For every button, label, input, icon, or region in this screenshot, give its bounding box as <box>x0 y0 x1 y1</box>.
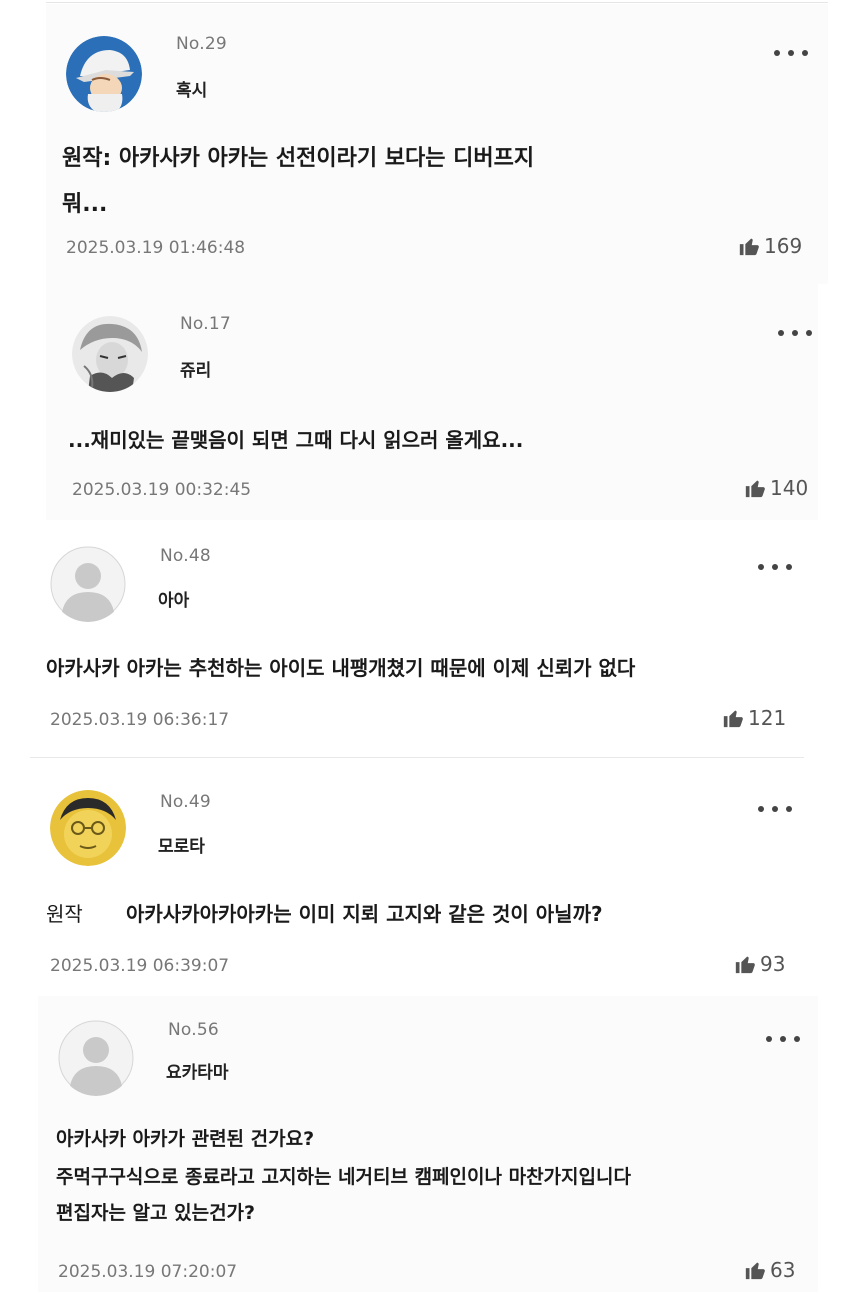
baseball-cap-avatar-icon <box>66 36 142 112</box>
comment-text-line: 아카사카 아카는 추천하는 아이도 내팽개쳤기 때문에 이제 신뢰가 없다 <box>46 656 636 680</box>
comment-date: 2025.03.19 06:36:17 <box>50 710 230 730</box>
comment-text-line: 뭐... <box>62 192 108 217</box>
comment-nickname[interactable]: 혹시 <box>176 76 207 101</box>
comment-date: 2025.03.19 00:32:45 <box>72 480 252 500</box>
avatar[interactable] <box>58 1020 134 1096</box>
more-options-icon[interactable] <box>778 326 812 340</box>
more-options-icon[interactable] <box>766 1032 800 1046</box>
top-divider <box>46 2 828 3</box>
comment-number: No.49 <box>160 792 211 812</box>
like-count: 63 <box>770 1258 796 1282</box>
thumbs-up-icon <box>738 235 760 257</box>
comment-text-line: 원작: 아카사카 아카는 선전이라기 보다는 디버프지 <box>62 146 535 171</box>
like-button[interactable]: 93 <box>734 952 785 976</box>
more-options-icon[interactable] <box>758 802 792 816</box>
comment-card: No.48 아아 아카사카 아카는 추천하는 아이도 내팽개쳤기 때문에 이제 … <box>30 522 804 758</box>
sketch-portrait-avatar-icon <box>72 316 148 392</box>
like-count: 93 <box>760 952 786 976</box>
divider <box>30 757 804 758</box>
like-button[interactable]: 169 <box>738 234 802 258</box>
comment-nickname[interactable]: 요카타마 <box>166 1058 229 1083</box>
comment-text-line: 편집자는 알고 있는건가? <box>56 1202 256 1224</box>
like-button[interactable]: 140 <box>744 476 808 500</box>
comment-number: No.17 <box>180 314 231 334</box>
like-button[interactable]: 121 <box>722 706 786 730</box>
comment-card: No.29 혹시 원작: 아카사카 아카는 선전이라기 보다는 디버프지 뭐..… <box>46 4 828 284</box>
comment-nickname[interactable]: 모로타 <box>158 832 205 857</box>
thumbs-up-icon <box>722 707 744 729</box>
comment-text-line: ...재미있는 끝맺음이 되면 그때 다시 읽으러 올게요... <box>68 428 524 452</box>
comment-card: No.49 모로타 원작 아카사카아카아카는 이미 지뢰 고지와 같은 것이 아… <box>30 760 804 996</box>
comment-nickname[interactable]: 쥬리 <box>180 356 211 381</box>
default-avatar-icon <box>50 546 126 622</box>
comment-text-line: 주먹구구식으로 종료라고 고지하는 네거티브 캠페인이나 마찬가지입니다 <box>56 1166 631 1188</box>
more-options-icon[interactable] <box>758 560 792 574</box>
like-count: 140 <box>770 476 809 500</box>
thumbs-up-icon <box>734 953 756 975</box>
like-count: 121 <box>748 706 787 730</box>
avatar[interactable] <box>72 316 148 392</box>
comment-date: 2025.03.19 06:39:07 <box>50 956 230 976</box>
thumbs-up-icon <box>744 1259 766 1281</box>
avatar[interactable] <box>66 36 142 112</box>
comment-text-line: 아카사카 아카가 관련된 건가요? <box>56 1128 315 1150</box>
gold-face-avatar-icon <box>50 790 126 866</box>
comment-text-line: 아카사카아카아카는 이미 지뢰 고지와 같은 것이 아닐까? <box>126 902 603 926</box>
default-avatar-icon <box>58 1020 134 1096</box>
comment-number: No.56 <box>168 1020 219 1040</box>
avatar[interactable] <box>50 546 126 622</box>
comment-number: No.29 <box>176 34 227 54</box>
comment-date: 2025.03.19 07:20:07 <box>58 1262 238 1282</box>
comment-number: No.48 <box>160 546 211 566</box>
like-button[interactable]: 63 <box>744 1258 795 1282</box>
thumbs-up-icon <box>744 477 766 499</box>
comment-date: 2025.03.19 01:46:48 <box>66 238 246 258</box>
comment-card: No.56 요카타마 아카사카 아카가 관련된 건가요? 주먹구구식으로 종료라… <box>38 996 818 1292</box>
comment-text-line: 원작 <box>46 902 83 926</box>
avatar[interactable] <box>50 790 126 866</box>
comment-nickname[interactable]: 아아 <box>158 586 189 611</box>
like-count: 169 <box>764 234 803 258</box>
more-options-icon[interactable] <box>774 46 808 60</box>
comment-card: No.17 쥬리 ...재미있는 끝맺음이 되면 그때 다시 읽으러 올게요..… <box>46 284 818 520</box>
